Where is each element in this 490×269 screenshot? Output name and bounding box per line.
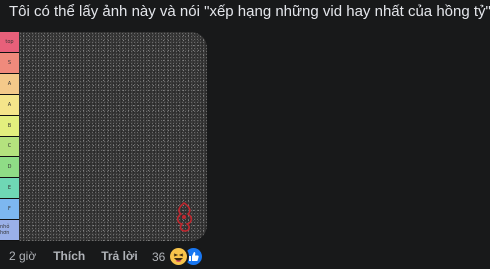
reaction-count: 36 [152,249,166,264]
tier-column: top S A A B C D E Fnhỏ hơn [0,32,19,241]
tier-label: C [0,136,19,158]
tier-label: A [0,94,19,116]
tier-label: D [0,157,19,179]
tier-label: nhỏ hơn [0,220,19,241]
comment-image[interactable]: top S A A B C D E Fnhỏ hơn [0,32,207,241]
reactions-summary[interactable]: 36 [152,246,205,267]
comment-actions: 2 giờ Thích Trả lời [9,249,138,263]
like-button[interactable]: Thích [53,249,85,263]
comment-text: Tôi có thể lấy ảnh này và nói "xếp hạng … [9,3,490,20]
tier-label: B [0,115,19,137]
reply-button[interactable]: Trả lời [101,249,138,263]
red-sticker-icon [176,202,193,232]
tier-label: A [0,73,19,95]
tier-label: E [0,178,19,200]
tier-label: S [0,52,19,74]
tier-label: top [0,32,19,53]
tier-label: F [0,199,19,221]
comment-time[interactable]: 2 giờ [9,249,36,263]
haha-icon [168,246,190,267]
